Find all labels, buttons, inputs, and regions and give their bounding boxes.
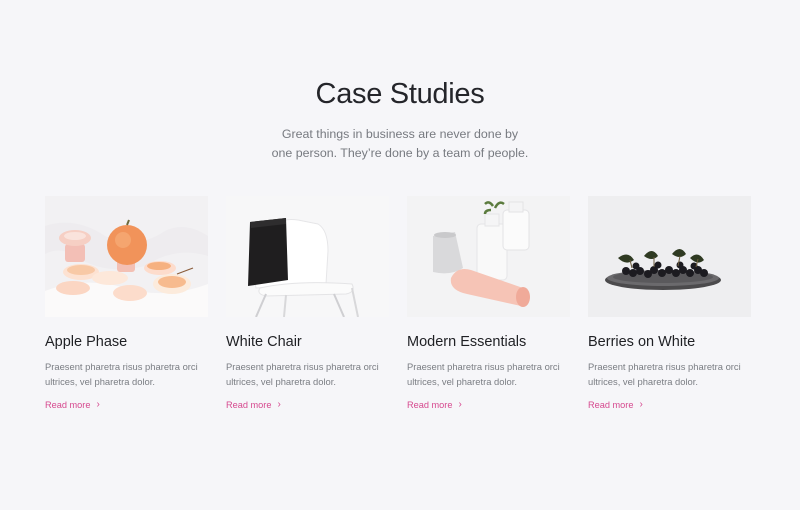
white-chair-image[interactable] bbox=[226, 196, 389, 317]
card-description: Praesent pharetra risus pharetra orci ul… bbox=[45, 361, 198, 387]
chevron-right-icon: › bbox=[639, 399, 643, 410]
read-more-label: Read more bbox=[407, 400, 453, 410]
read-more-link[interactable]: Read more › bbox=[45, 399, 100, 411]
chevron-right-icon: › bbox=[277, 399, 281, 410]
card-title[interactable]: Apple Phase bbox=[45, 334, 208, 350]
case-study-card: White Chair Praesent pharetra risus phar… bbox=[226, 196, 389, 413]
apple-phase-image[interactable] bbox=[45, 196, 208, 317]
read-more-link[interactable]: Read more › bbox=[226, 399, 281, 411]
section-subtitle: Great things in business are never done … bbox=[271, 127, 529, 160]
case-studies-section: Case Studies Great things in business ar… bbox=[0, 0, 800, 510]
chevron-right-icon: › bbox=[458, 399, 462, 410]
read-more-link[interactable]: Read more › bbox=[588, 399, 643, 411]
card-description: Praesent pharetra risus pharetra orci ul… bbox=[226, 361, 379, 387]
card-description: Praesent pharetra risus pharetra orci ul… bbox=[588, 361, 741, 387]
chevron-right-icon: › bbox=[96, 399, 100, 410]
read-more-label: Read more bbox=[45, 400, 91, 410]
read-more-link[interactable]: Read more › bbox=[407, 399, 462, 411]
card-title[interactable]: White Chair bbox=[226, 334, 389, 350]
card-description: Praesent pharetra risus pharetra orci ul… bbox=[407, 361, 560, 387]
berries-on-white-image[interactable] bbox=[588, 196, 751, 317]
case-study-card: Modern Essentials Praesent pharetra risu… bbox=[407, 196, 570, 413]
modern-essentials-image[interactable] bbox=[407, 196, 570, 317]
read-more-label: Read more bbox=[226, 400, 272, 410]
read-more-label: Read more bbox=[588, 400, 634, 410]
section-title: Case Studies bbox=[315, 78, 485, 110]
case-study-card: Berries on White Praesent pharetra risus… bbox=[588, 196, 751, 413]
card-title[interactable]: Modern Essentials bbox=[407, 334, 570, 350]
card-title[interactable]: Berries on White bbox=[588, 334, 751, 350]
case-study-card: Apple Phase Praesent pharetra risus phar… bbox=[45, 196, 208, 413]
